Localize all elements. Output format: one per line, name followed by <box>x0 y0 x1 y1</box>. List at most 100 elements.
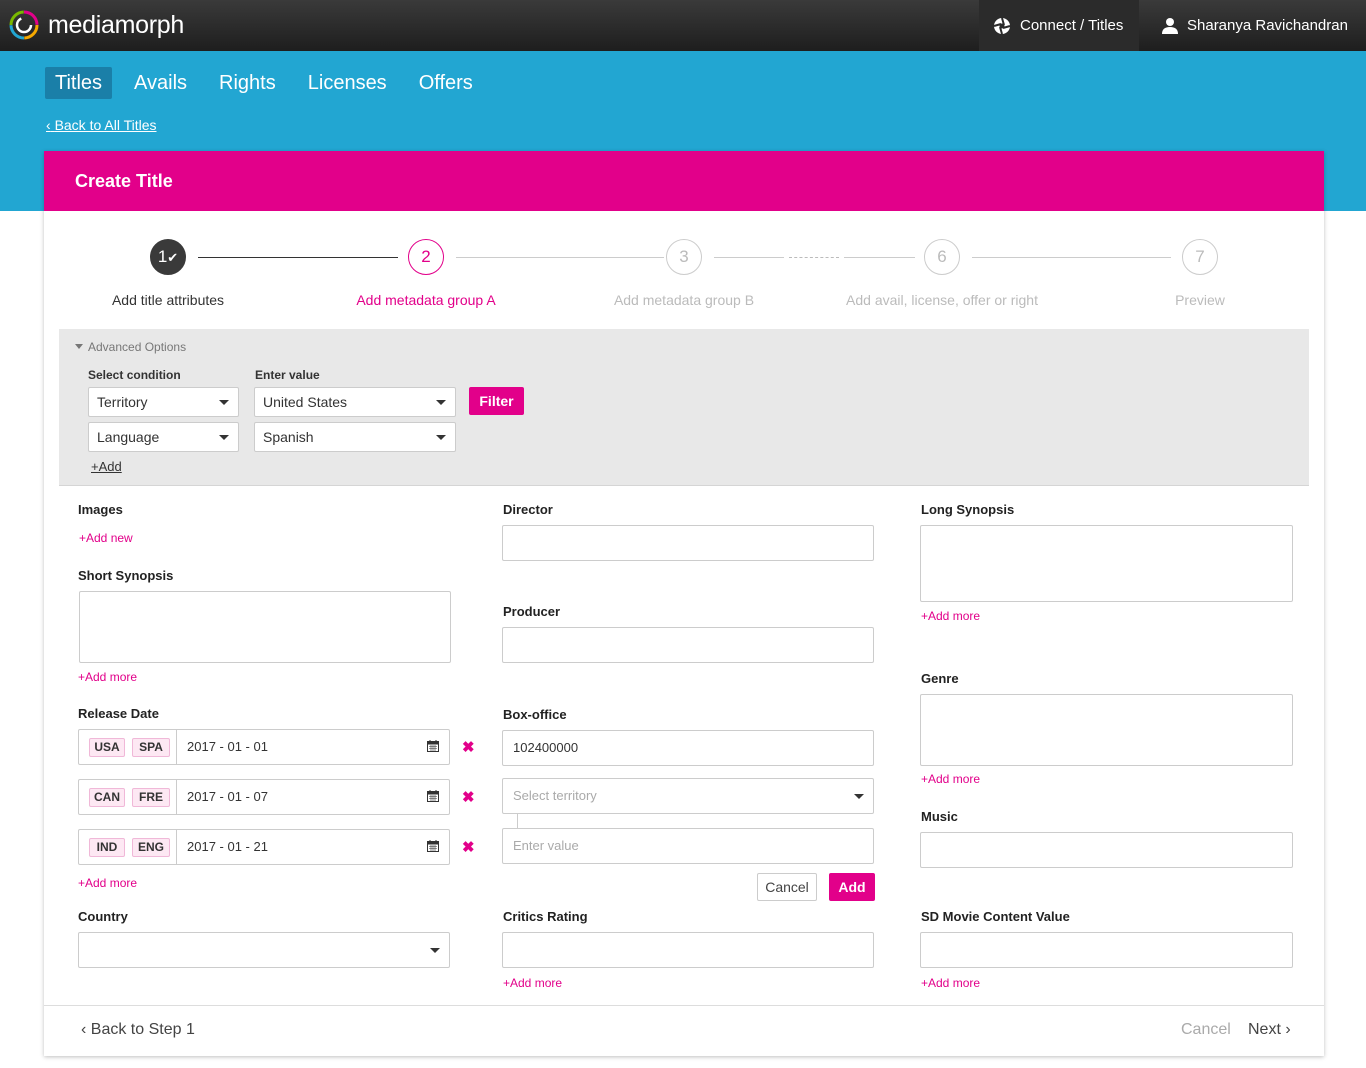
release-date-row: CAN FRE 2017 - 01 - 07 <box>78 779 450 815</box>
connect-label: Connect / Titles <box>1020 17 1124 34</box>
language-tag[interactable]: ENG <box>132 838 170 857</box>
calendar-icon[interactable] <box>427 840 439 852</box>
condition-select[interactable]: Language <box>88 422 239 452</box>
box-office-label: Box-office <box>503 707 567 722</box>
short-synopsis-add-more-link[interactable]: +Add more <box>78 670 137 684</box>
remove-release-date-icon[interactable]: ✖ <box>462 788 475 806</box>
territory-select-placeholder: Select territory <box>513 788 597 803</box>
sd-movie-add-more-link[interactable]: +Add more <box>921 976 980 990</box>
calendar-icon[interactable] <box>427 790 439 802</box>
music-input[interactable] <box>920 832 1293 868</box>
genre-add-more-link[interactable]: +Add more <box>921 772 980 786</box>
long-synopsis-label: Long Synopsis <box>921 502 1015 517</box>
user-menu[interactable]: Sharanya Ravichandran <box>1140 0 1366 51</box>
box-office-value-input[interactable]: Enter value <box>502 828 874 864</box>
step-connector <box>972 257 1171 258</box>
remove-release-date-icon[interactable]: ✖ <box>462 738 475 756</box>
caret-down-icon <box>219 435 229 440</box>
mediamorph-logo-icon <box>9 10 39 40</box>
critics-rating-add-more-link[interactable]: +Add more <box>503 976 562 990</box>
condition-select-value: Language <box>97 429 160 445</box>
value-select[interactable]: Spanish <box>254 422 456 452</box>
caret-down-icon <box>436 400 446 405</box>
enter-value-label: Enter value <box>255 368 320 382</box>
next-button[interactable]: Next › <box>1248 1021 1291 1039</box>
advanced-options-toggle[interactable]: Advanced Options <box>75 340 186 354</box>
short-synopsis-label: Short Synopsis <box>78 568 174 583</box>
long-synopsis-textarea[interactable] <box>920 525 1293 602</box>
step-2-circle[interactable]: 2 <box>408 239 444 275</box>
caret-down-icon <box>430 948 440 953</box>
card-footer: ‹ Back to Step 1 Cancel Next › <box>44 1005 1324 1056</box>
genre-label: Genre <box>921 671 959 686</box>
nav-item-offers[interactable]: Offers <box>409 67 483 99</box>
value-select-value: Spanish <box>263 429 314 445</box>
language-tag[interactable]: FRE <box>132 788 170 807</box>
brand-logo[interactable]: mediamorph <box>8 9 184 41</box>
step-3-label: Add metadata group B <box>613 292 755 308</box>
aperture-icon <box>993 17 1011 34</box>
release-date-value[interactable]: 2017 - 01 - 01 <box>187 739 268 754</box>
language-tag[interactable]: SPA <box>132 738 170 757</box>
critics-rating-label: Critics Rating <box>503 909 588 924</box>
connect-menu[interactable]: Connect / Titles <box>979 0 1139 51</box>
calendar-icon[interactable] <box>427 740 439 752</box>
box-office-cancel-button[interactable]: Cancel <box>757 873 817 901</box>
chevron-right-icon: › <box>1285 1021 1291 1038</box>
territory-tag[interactable]: IND <box>89 838 125 857</box>
condition-select[interactable]: Territory <box>88 387 239 417</box>
box-office-territory-select[interactable]: Select territory <box>502 778 874 814</box>
value-select[interactable]: United States <box>254 387 456 417</box>
back-to-all-titles-label: Back to All Titles <box>54 117 157 133</box>
caret-down-icon <box>436 435 446 440</box>
box-office-add-button[interactable]: Add <box>829 873 875 901</box>
critics-rating-input[interactable] <box>502 932 874 968</box>
step-6-circle[interactable]: 6 <box>924 239 960 275</box>
step-connector <box>198 257 398 258</box>
producer-label: Producer <box>503 604 561 619</box>
director-label: Director <box>503 502 553 517</box>
value-select-value: United States <box>263 394 348 410</box>
step-connector <box>714 257 784 258</box>
add-image-link[interactable]: +Add new <box>79 531 133 545</box>
release-date-value[interactable]: 2017 - 01 - 21 <box>187 839 268 854</box>
country-select[interactable] <box>78 932 450 968</box>
condition-select-value: Territory <box>97 394 148 410</box>
step-connector <box>844 257 915 258</box>
step-6-label: Add avail, license, offer or right <box>846 292 1038 308</box>
territory-tag[interactable]: USA <box>89 738 125 757</box>
long-synopsis-add-more-link[interactable]: +Add more <box>921 609 980 623</box>
cancel-button[interactable]: Cancel <box>1181 1021 1231 1039</box>
nav-item-avails[interactable]: Avails <box>124 67 197 99</box>
nav-item-licenses[interactable]: Licenses <box>298 67 397 99</box>
main-nav: Titles Avails Rights Licenses Offers <box>45 67 495 99</box>
step-1-circle[interactable]: 1✔ <box>150 239 186 275</box>
step-3-circle[interactable]: 3 <box>666 239 702 275</box>
box-office-input[interactable]: 102400000 <box>502 730 874 766</box>
director-input[interactable] <box>502 525 874 561</box>
connector-line <box>517 814 518 828</box>
remove-release-date-icon[interactable]: ✖ <box>462 838 475 856</box>
sd-movie-content-value-input[interactable] <box>920 932 1293 968</box>
add-condition-link[interactable]: +Add <box>91 459 122 474</box>
back-to-all-titles-link[interactable]: ‹ Back to All Titles <box>46 117 157 133</box>
back-to-step-1-button[interactable]: ‹ Back to Step 1 <box>81 1021 195 1039</box>
territory-tag[interactable]: CAN <box>89 788 125 807</box>
filter-button[interactable]: Filter <box>469 387 524 415</box>
step-7-circle[interactable]: 7 <box>1182 239 1218 275</box>
short-synopsis-textarea[interactable] <box>79 591 451 663</box>
step-connector <box>456 257 664 258</box>
caret-down-icon <box>854 794 864 799</box>
release-date-row: USA SPA 2017 - 01 - 01 <box>78 729 450 765</box>
release-date-value[interactable]: 2017 - 01 - 07 <box>187 789 268 804</box>
producer-input[interactable] <box>502 627 874 663</box>
check-icon: ✔ <box>167 250 179 265</box>
brand-name: mediamorph <box>48 10 184 39</box>
caret-down-icon <box>75 344 83 349</box>
genre-textarea[interactable] <box>920 694 1293 766</box>
country-label: Country <box>78 909 128 924</box>
release-date-tags: USA SPA <box>79 730 177 764</box>
nav-item-rights[interactable]: Rights <box>209 67 286 99</box>
nav-item-titles[interactable]: Titles <box>45 67 113 99</box>
release-date-add-more-link[interactable]: +Add more <box>78 876 137 890</box>
